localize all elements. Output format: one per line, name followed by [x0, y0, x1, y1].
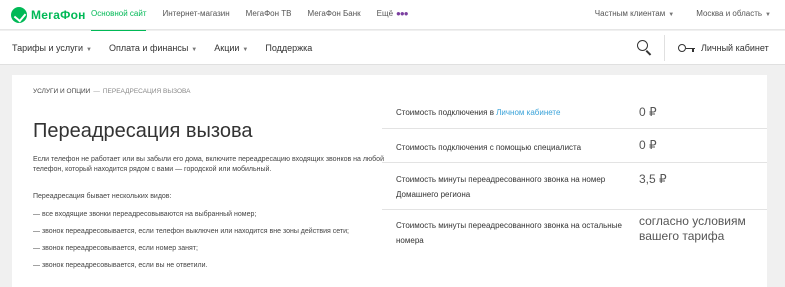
- price-value: 3,5 ₽: [639, 172, 667, 186]
- chevron-down-icon: ▼: [668, 12, 675, 18]
- price-label: Стоимость минуты переадресованного звонк…: [396, 175, 606, 199]
- kinds-list: — все входящие звонки переадресовываются…: [33, 210, 349, 278]
- logo-text: МегаФон: [31, 8, 86, 22]
- price-label: Стоимость минуты переадресованного звонк…: [396, 221, 622, 245]
- breadcrumb-parent[interactable]: Услуги и опции: [33, 88, 90, 95]
- more-dots-icon: ●●●: [396, 9, 408, 18]
- page-title: Переадресация вызова: [33, 120, 253, 142]
- key-icon: [678, 43, 696, 53]
- megafon-logo-icon: [11, 7, 27, 23]
- nav-tariffs[interactable]: Тарифы и услуги ▼: [12, 43, 92, 53]
- nav-tariffs-label: Тарифы и услуги: [12, 43, 83, 53]
- price-value: 0 ₽: [639, 138, 657, 152]
- price-row: Стоимость подключения с помощью специали…: [382, 129, 767, 163]
- breadcrumb-separator: —: [93, 88, 100, 95]
- list-item: — звонок переадресовывается, если телефо…: [33, 228, 349, 235]
- region-label: Москва и область: [696, 9, 763, 18]
- segment-label: Частным клиентам: [594, 9, 666, 18]
- price-row: Стоимость минуты переадресованного звонк…: [382, 163, 767, 210]
- price-row: Стоимость минуты переадресованного звонк…: [382, 210, 767, 280]
- nav-promos[interactable]: Акции ▼: [214, 43, 248, 53]
- intro-text: Если телефон не работает или вы забыли е…: [33, 156, 384, 173]
- top-nav-shop[interactable]: Интернет-магазин: [162, 0, 229, 30]
- list-item: — звонок переадресовывается, если номер …: [33, 245, 198, 252]
- nav-promos-label: Акции: [214, 43, 240, 53]
- nav-payments[interactable]: Оплата и финансы ▼: [109, 43, 197, 53]
- personal-account-button[interactable]: Личный кабинет: [678, 31, 769, 65]
- nav-payments-label: Оплата и финансы: [108, 43, 189, 53]
- price-label: Стоимость подключения с помощью специали…: [396, 143, 582, 152]
- top-bar: МегаФон Основной сайт Интернет-магазин М…: [0, 0, 785, 32]
- price-table: Стоимость подключения в Личном кабинете …: [382, 97, 767, 280]
- top-nav-more[interactable]: Ещё ●●●: [376, 0, 409, 30]
- price-value: 0 ₽: [639, 105, 657, 119]
- top-nav: Основной сайт Интернет-магазин МегаФон Т…: [91, 0, 424, 32]
- price-label-text: Стоимость подключения в: [396, 108, 497, 117]
- price-row: Стоимость подключения в Личном кабинете …: [382, 97, 767, 129]
- nav-support[interactable]: Поддержка: [265, 43, 312, 53]
- top-nav-more-label: Ещё: [376, 9, 394, 18]
- search-icon[interactable]: [636, 39, 654, 57]
- chevron-down-icon: ▼: [191, 47, 198, 53]
- top-nav-tv[interactable]: МегаФон ТВ: [246, 0, 292, 30]
- list-item: — звонок переадресовывается, если вы не …: [33, 262, 208, 269]
- top-nav-bank[interactable]: МегаФон Банк: [307, 0, 360, 30]
- top-right: Частным клиентам ▼ Москва и область ▼: [573, 0, 771, 29]
- chevron-down-icon: ▼: [86, 47, 92, 53]
- segment-selector[interactable]: Частным клиентам ▼: [595, 0, 674, 29]
- personal-account-link[interactable]: Личном кабинете: [496, 108, 560, 117]
- chevron-down-icon: ▼: [765, 12, 771, 18]
- kinds-title: Переадресация бывает нескольких видов:: [33, 193, 172, 200]
- list-item: — все входящие звонки переадресовываются…: [33, 211, 257, 218]
- personal-account-label: Личный кабинет: [701, 43, 769, 53]
- top-nav-main-site[interactable]: Основной сайт: [91, 0, 147, 32]
- main-nav: Тарифы и услуги ▼ Оплата и финансы ▼ Акции…: [0, 31, 785, 65]
- chevron-down-icon: ▼: [242, 47, 249, 53]
- megafon-logo[interactable]: МегаФон: [11, 7, 86, 23]
- price-label: Стоимость подключения в Личном кабинете: [396, 105, 560, 120]
- breadcrumb: Услуги и опции — Переадресация вызова: [33, 88, 190, 95]
- nav-divider: [664, 35, 665, 61]
- content-card: Услуги и опции — Переадресация вызова Пере…: [12, 75, 767, 287]
- price-value: согласно условиям вашего тарифа: [639, 214, 746, 243]
- breadcrumb-current: Переадресация вызова: [102, 88, 191, 95]
- region-selector[interactable]: Москва и область ▼: [696, 0, 771, 29]
